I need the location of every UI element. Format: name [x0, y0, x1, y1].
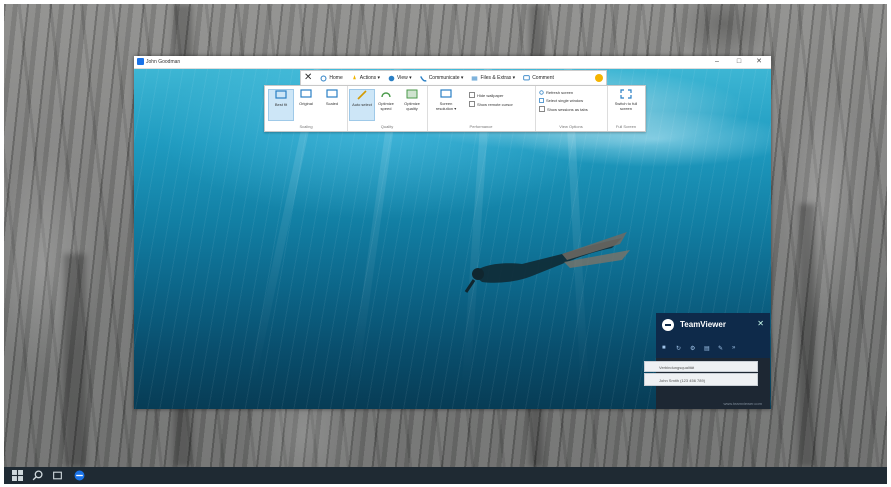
- performance-group-label: Performance: [469, 124, 493, 129]
- close-window-button[interactable]: ✕: [749, 57, 769, 67]
- reload-icon[interactable]: ↻: [676, 345, 681, 352]
- wand-icon: [357, 90, 367, 100]
- files-extras-menu[interactable]: Files & Extras ▾: [468, 72, 518, 84]
- windows-start-icon[interactable]: [12, 470, 23, 481]
- communicate-label: Communicate ▾: [428, 75, 464, 81]
- app-icon: [137, 58, 144, 65]
- pen-icon[interactable]: ✎: [718, 345, 723, 352]
- refresh-screen-button[interactable]: Refresh screen: [539, 90, 573, 95]
- optimize-speed-button[interactable]: Optimize speed: [374, 89, 398, 119]
- view-label: View ▾: [397, 75, 412, 81]
- checkbox-box: [469, 101, 475, 107]
- switch-to-full-screen-button[interactable]: Switch to full screen: [612, 89, 640, 119]
- optimize-quality-button[interactable]: Optimize quality: [400, 89, 424, 119]
- teamviewer-name: TeamViewer: [680, 320, 726, 329]
- view-menu[interactable]: View ▾: [385, 72, 415, 84]
- diver-image: [464, 232, 630, 293]
- checkbox-box: [539, 106, 545, 112]
- screen-resolution-button[interactable]: Screen resolution ▾: [431, 89, 461, 119]
- rock-crevice: [799, 204, 815, 467]
- teamviewer-footer-link[interactable]: www.teamviewer.com: [656, 399, 770, 409]
- full-screen-group: Switch to full screen Full Screen: [607, 86, 645, 131]
- actions-label: Actions ▾: [359, 75, 381, 81]
- actions-menu[interactable]: Actions ▾: [348, 72, 383, 84]
- rock-crevice: [64, 254, 86, 467]
- view-options-group: Refresh screen Select single window Show…: [535, 86, 608, 131]
- teamviewer-app-icon[interactable]: [74, 470, 85, 481]
- task-view-icon[interactable]: [52, 470, 63, 481]
- speedometer-icon: [381, 92, 391, 98]
- home-label: Home: [329, 75, 343, 81]
- scaled-button[interactable]: Scaled: [320, 89, 344, 119]
- feedback-smiley-icon[interactable]: [595, 74, 603, 82]
- teamviewer-logo-icon: [662, 319, 674, 331]
- hide-wallpaper-checkbox[interactable]: Hide wallpaper: [469, 92, 503, 98]
- window-titlebar[interactable]: John Goodman – □ ✕: [134, 56, 771, 69]
- window-icon: [539, 98, 544, 103]
- home-tab[interactable]: Home: [317, 72, 345, 84]
- teamviewer-panel: TeamViewer ✕ ■ ↻ ⚙ ▤ ✎ » Verbindungsqual…: [644, 313, 770, 409]
- arrows-icon[interactable]: »: [732, 345, 735, 351]
- session-participant-row[interactable]: John Smith (123 456 789): [644, 373, 758, 386]
- teamviewer-header: TeamViewer ✕ ■ ↻ ⚙ ▤ ✎ »: [656, 313, 770, 358]
- monitor-icon: [326, 89, 338, 98]
- show-remote-cursor-checkbox[interactable]: Show remote cursor: [469, 101, 513, 107]
- picture-icon: [406, 89, 418, 99]
- files-icon[interactable]: ▤: [704, 345, 710, 352]
- checkbox-box: [469, 92, 475, 98]
- window-title: John Goodman: [146, 59, 181, 65]
- phone-icon: [419, 75, 427, 82]
- monitor-icon: [275, 90, 287, 99]
- view-options-group-label: View Options: [559, 124, 583, 129]
- files-extras-label: Files & Extras ▾: [480, 75, 516, 81]
- communicate-menu[interactable]: Communicate ▾: [417, 72, 467, 84]
- view-ribbon: Best fit Original Scaled Scaling Auto se…: [264, 85, 646, 132]
- original-button[interactable]: Original: [294, 89, 318, 119]
- comment-button[interactable]: Comment: [520, 72, 557, 84]
- teamviewer-close-button[interactable]: ✕: [757, 319, 764, 328]
- close-session-button[interactable]: ✕: [301, 72, 315, 84]
- maximize-button[interactable]: □: [729, 57, 749, 67]
- auto-select-button[interactable]: Auto select: [349, 89, 375, 121]
- show-sessions-as-tabs-checkbox[interactable]: Show sessions as tabs: [539, 106, 588, 112]
- expand-icon: [620, 89, 632, 99]
- search-icon[interactable]: [32, 470, 43, 481]
- select-single-window-button[interactable]: Select single window: [539, 98, 583, 103]
- taskbar: [4, 467, 887, 484]
- quality-group-label: Quality: [380, 124, 394, 129]
- files-icon: [472, 75, 478, 81]
- comment-icon: [523, 74, 530, 80]
- connection-quality-row[interactable]: Verbindungsqualität: [644, 361, 758, 372]
- session-toolbar: ✕ Home Actions ▾ View ▾ Communicate ▾ Fi…: [300, 70, 607, 86]
- actions-icon: [352, 74, 356, 79]
- scaling-group: Best fit Original Scaled Scaling: [265, 86, 348, 131]
- minimize-button[interactable]: –: [707, 57, 727, 67]
- quality-group: Auto select Optimize speed Optimize qual…: [347, 86, 428, 131]
- settings-icon[interactable]: ⚙: [690, 345, 695, 352]
- refresh-icon: [539, 90, 544, 95]
- scaling-group-label: Scaling: [299, 124, 313, 129]
- best-fit-button[interactable]: Best fit: [268, 89, 294, 121]
- comment-label: Comment: [532, 75, 554, 81]
- video-icon[interactable]: ■: [662, 345, 666, 351]
- view-icon: [388, 75, 395, 81]
- full-screen-group-label: Full Screen: [615, 124, 637, 129]
- monitor-icon: [300, 89, 312, 98]
- monitor-icon: [440, 89, 452, 98]
- performance-group: Screen resolution ▾ Hide wallpaper Show …: [427, 86, 536, 131]
- home-icon: [320, 75, 327, 81]
